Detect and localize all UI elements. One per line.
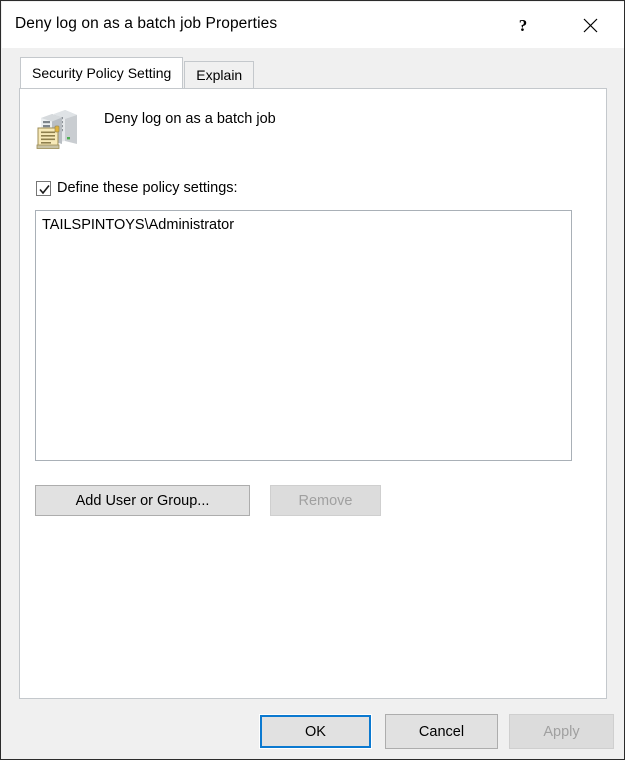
- principals-listbox[interactable]: TAILSPINTOYS\Administrator: [35, 210, 572, 461]
- ok-button[interactable]: OK: [259, 714, 372, 749]
- question-mark-icon: ?: [518, 16, 528, 35]
- tab-explain[interactable]: Explain: [184, 61, 255, 88]
- policy-server-icon: [35, 102, 83, 150]
- define-policy-settings-checkbox-row[interactable]: Define these policy settings:: [36, 180, 238, 196]
- remove-button[interactable]: Remove: [270, 485, 381, 516]
- list-item[interactable]: TAILSPINTOYS\Administrator: [36, 211, 571, 233]
- tab-content-panel: Deny log on as a batch job Define these …: [19, 88, 607, 699]
- close-icon: [583, 18, 598, 33]
- apply-button[interactable]: Apply: [509, 714, 614, 749]
- add-user-or-group-button[interactable]: Add User or Group...: [35, 485, 250, 516]
- window-title: Deny log on as a batch job Properties: [15, 15, 278, 32]
- properties-dialog: Deny log on as a batch job Properties ? …: [0, 0, 625, 760]
- define-policy-settings-checkbox[interactable]: [36, 180, 51, 196]
- title-bar: Deny log on as a batch job Properties ?: [2, 2, 624, 48]
- help-button[interactable]: ?: [500, 3, 546, 48]
- tab-security-policy-setting[interactable]: Security Policy Setting: [20, 57, 184, 88]
- policy-title: Deny log on as a batch job: [104, 111, 276, 127]
- define-policy-settings-label: Define these policy settings:: [57, 180, 238, 196]
- cancel-button[interactable]: Cancel: [385, 714, 498, 749]
- tab-strip: Security Policy Setting Explain: [20, 57, 255, 88]
- close-button[interactable]: [567, 3, 613, 48]
